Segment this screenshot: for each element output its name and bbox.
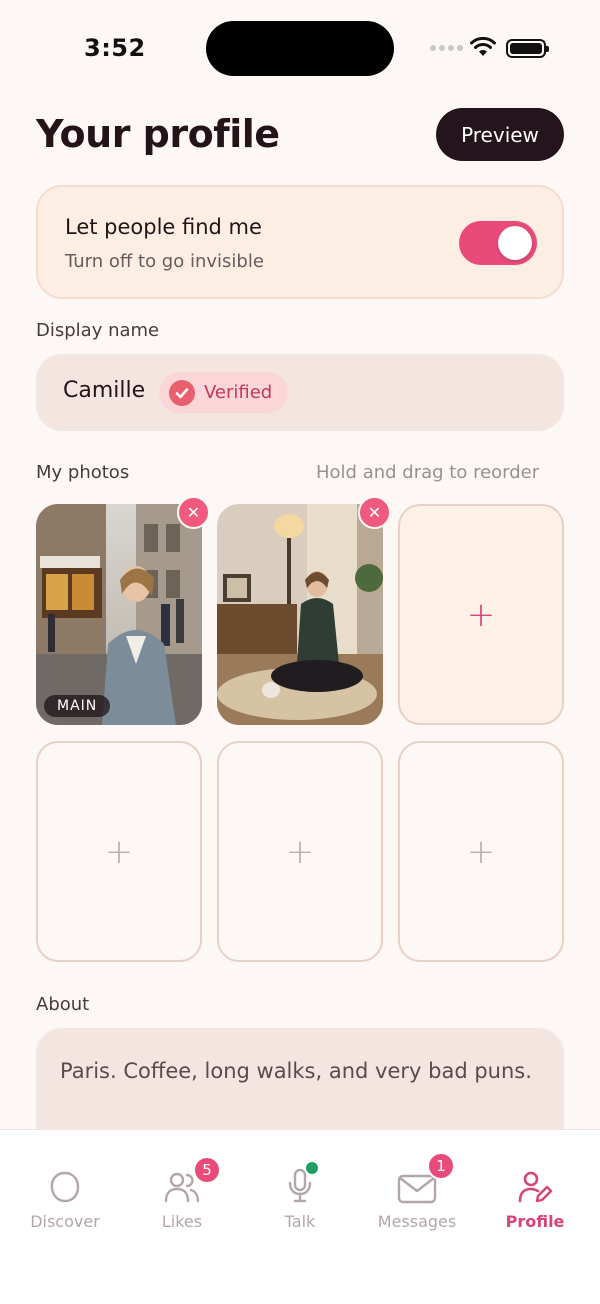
about-textarea[interactable]: Paris. Coffee, long walks, and very bad … <box>36 1028 564 1138</box>
dynamic-island <box>206 21 394 76</box>
display-name-value: Camille <box>63 378 146 403</box>
tab-bar: Discover 5 Likes Talk 1 Messages Profile <box>0 1129 600 1304</box>
battery-icon <box>506 39 549 58</box>
display-name-field[interactable]: Camille Verified <box>36 354 564 431</box>
tab-messages-label: Messages <box>377 1212 457 1231</box>
close-icon: ✕ <box>186 503 201 522</box>
profile-edit-icon <box>517 1164 553 1204</box>
close-icon: ✕ <box>367 503 382 522</box>
tab-talk[interactable]: Talk <box>240 1162 360 1234</box>
remove-photo-1-button[interactable]: ✕ <box>177 496 210 529</box>
add-photo-slot-4[interactable]: + <box>36 741 202 962</box>
tab-likes-label: Likes <box>161 1212 203 1231</box>
status-bar: 3:52 <box>0 0 600 96</box>
tab-messages[interactable]: 1 Messages <box>357 1152 477 1234</box>
plus-icon: + <box>466 594 496 635</box>
messages-count-badge: 1 <box>427 1152 455 1180</box>
living-room-photo <box>217 504 383 725</box>
likes-count-badge: 5 <box>193 1156 221 1184</box>
people-icon: 5 <box>163 1156 221 1204</box>
visibility-subtitle: Turn off to go invisible <box>65 251 264 272</box>
remove-photo-2-button[interactable]: ✕ <box>358 496 391 529</box>
main-photo-badge: MAIN <box>44 695 111 717</box>
plus-icon: + <box>104 831 134 872</box>
tab-discover-label: Discover <box>30 1212 100 1231</box>
photo-slot-main[interactable]: MAIN <box>36 504 202 725</box>
visibility-toggle[interactable] <box>459 221 537 265</box>
about-text: Paris. Coffee, long walks, and very bad … <box>60 1059 532 1083</box>
check-icon <box>169 379 195 406</box>
plus-icon: + <box>285 831 315 872</box>
reorder-hint: Hold and drag to reorder <box>316 462 540 483</box>
microphone-icon <box>285 1162 318 1204</box>
talk-live-dot <box>306 1162 318 1174</box>
add-photo-slot-5[interactable]: + <box>217 741 383 962</box>
envelope-icon: 1 <box>397 1152 455 1204</box>
photos-label: My photos <box>36 462 130 483</box>
tab-profile[interactable]: Profile <box>475 1164 595 1234</box>
about-label: About <box>36 994 90 1015</box>
preview-button[interactable]: Preview <box>436 108 564 161</box>
verified-badge: Verified <box>159 372 289 413</box>
tab-talk-label: Talk <box>284 1212 316 1231</box>
visibility-card: Let people find me Turn off to go invisi… <box>36 185 564 299</box>
toggle-knob <box>498 226 532 260</box>
tab-profile-label: Profile <box>505 1212 565 1231</box>
photo-slot-2[interactable] <box>217 504 383 725</box>
page-title: Your profile <box>36 112 280 156</box>
street-portrait-photo <box>36 504 202 725</box>
add-photo-slot-6[interactable]: + <box>398 741 564 962</box>
verified-label: Verified <box>204 382 273 403</box>
tab-discover[interactable]: Discover <box>5 1164 125 1234</box>
tab-likes[interactable]: 5 Likes <box>122 1156 242 1234</box>
status-time: 3:52 <box>84 34 146 62</box>
display-name-label: Display name <box>36 320 160 341</box>
plus-icon: + <box>466 831 496 872</box>
visibility-title: Let people find me <box>65 215 262 239</box>
discover-icon <box>48 1164 82 1204</box>
add-photo-slot-3[interactable]: + <box>398 504 564 725</box>
cellular-signal-icon <box>430 45 463 51</box>
wifi-icon <box>470 36 496 56</box>
